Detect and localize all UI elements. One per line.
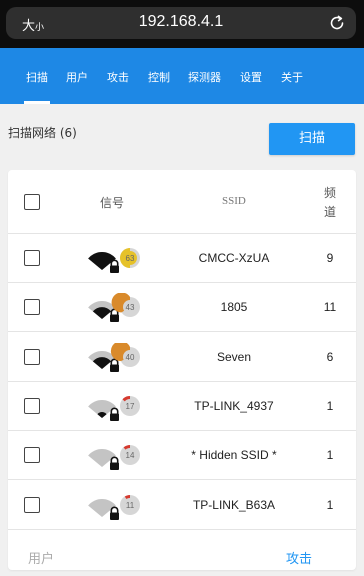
row-checkbox[interactable] <box>24 397 40 414</box>
table-row[interactable]: 40 Seven 6 <box>8 333 356 382</box>
nav-tab-settings[interactable]: 设置 <box>240 69 262 85</box>
wifi-lock-icon: 63 <box>88 248 140 273</box>
row-checkbox[interactable] <box>24 299 40 316</box>
scan-networks-title: 扫描网络 (6) <box>8 126 77 140</box>
nav-tab-control[interactable]: 控制 <box>148 69 170 85</box>
row-channel: 1 <box>326 497 334 512</box>
row-channel: 1 <box>326 398 334 413</box>
signal-strength-value: 63 <box>126 254 135 263</box>
table-row[interactable]: 11 TP-LINK_B63A 1 <box>8 481 356 530</box>
header-ssid: SSID <box>222 195 246 207</box>
nav-tab-scan[interactable]: 扫描 <box>24 69 50 104</box>
networks-table: 信号 SSID 频道 63 CMCC-XzUA 9 43 1805 11 40 Seven 6 1… <box>8 170 356 570</box>
browser-bar: 大小 192.168.4.1 <box>0 0 364 48</box>
row-checkbox[interactable] <box>24 496 40 513</box>
scan-button[interactable]: 扫描 <box>269 123 355 155</box>
row-ssid: 1805 <box>220 300 248 315</box>
row-ssid: * Hidden SSID * <box>191 448 277 463</box>
checkbox-box <box>24 194 40 210</box>
row-channel: 1 <box>326 448 334 463</box>
wifi-lock-icon: 14 <box>88 445 140 471</box>
wifi-lock-icon: 11 <box>88 494 140 520</box>
main-nav: 扫描 用户 攻击 控制 探测器 设置 关于 <box>0 48 364 104</box>
nav-tab-about[interactable]: 关于 <box>281 69 303 85</box>
row-ssid: Seven <box>216 349 252 364</box>
table-row[interactable]: 14 * Hidden SSID * 1 <box>8 431 356 481</box>
signal-strength-value: 17 <box>126 402 135 411</box>
nav-tab-attack[interactable]: 攻击 <box>107 69 129 85</box>
select-all-checkbox[interactable] <box>24 194 40 210</box>
header-channel: 频道 <box>324 184 336 222</box>
signal-strength-value: 43 <box>126 303 135 312</box>
signal-strength-value: 11 <box>126 501 135 510</box>
signal-strength-value: 40 <box>126 353 135 362</box>
wifi-lock-icon: 40 <box>88 342 140 372</box>
table-header: 信号 SSID 频道 <box>8 170 356 234</box>
table-row[interactable]: 63 CMCC-XzUA 9 <box>8 234 356 283</box>
reload-icon[interactable] <box>328 14 346 32</box>
wifi-lock-icon: 17 <box>88 395 140 421</box>
url-bar[interactable]: 大小 192.168.4.1 <box>6 7 356 39</box>
bottom-tab-users[interactable]: 用户 <box>28 548 54 567</box>
row-checkbox[interactable] <box>24 348 40 365</box>
row-channel: 11 <box>323 300 337 315</box>
signal-strength-value: 14 <box>126 451 135 460</box>
header-signal: 信号 <box>100 196 125 210</box>
row-ssid: CMCC-XzUA <box>198 251 270 265</box>
header-channel-line2: 道 <box>324 205 337 219</box>
row-channel: 9 <box>326 251 334 265</box>
table-row[interactable]: 43 1805 11 <box>8 283 356 333</box>
row-ssid: TP-LINK_4937 <box>194 398 274 413</box>
bottom-tab-attack[interactable]: 攻击 <box>286 548 312 567</box>
row-channel: 6 <box>326 349 334 364</box>
wifi-lock-icon: 43 <box>88 293 140 323</box>
header-channel-line1: 频 <box>324 186 337 200</box>
row-checkbox[interactable] <box>24 250 40 266</box>
url-text[interactable]: 192.168.4.1 <box>6 13 356 31</box>
nav-tab-users[interactable]: 用户 <box>66 69 88 85</box>
row-checkbox[interactable] <box>24 447 40 464</box>
nav-tab-detector[interactable]: 探测器 <box>188 69 221 85</box>
row-ssid: TP-LINK_B63A <box>192 497 276 512</box>
table-row[interactable]: 17 TP-LINK_4937 1 <box>8 382 356 431</box>
